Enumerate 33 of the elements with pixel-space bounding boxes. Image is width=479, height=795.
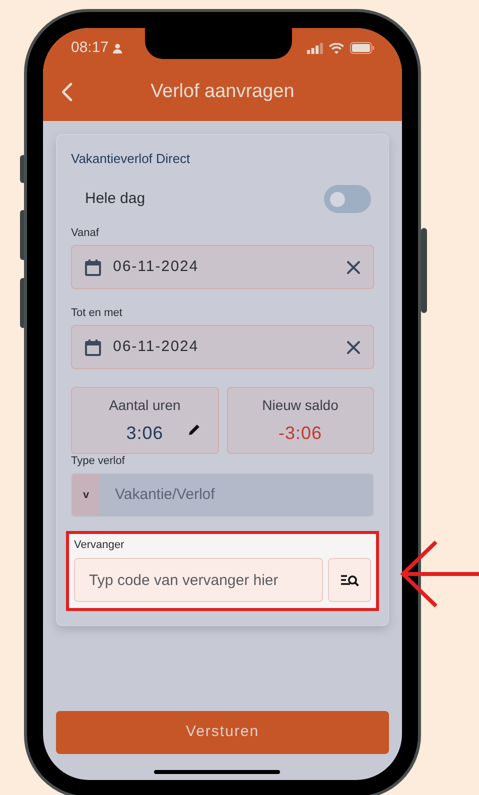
summary-value: 3:06 [126,422,164,444]
field-label: Vanaf [71,227,100,240]
summary-label: Aantal uren [108,396,181,414]
clear-button[interactable] [345,339,361,355]
field-label: Tot en met [71,307,124,320]
search-list-button[interactable] [328,558,371,602]
back-chevron-icon [61,82,73,102]
input-field[interactable]: Typ code van vervanger hier [74,558,323,602]
toggle-switch[interactable] [324,185,371,213]
list-search-icon [340,574,358,586]
pencil-icon [188,422,200,436]
select-field[interactable]: v Vakantie/Verlof [71,473,374,517]
form-title: Vakantieverlof Direct [71,152,191,166]
clear-button[interactable] [345,259,361,275]
calendar-icon [85,258,101,276]
summary-value: -3:06 [278,422,322,444]
toggle-label: Hele dag [85,188,146,209]
person-icon [112,42,123,54]
battery-icon [350,42,374,54]
field-label: Vervanger [74,539,126,552]
page-title: Verlof aanvragen [150,80,294,104]
type-code: v [72,474,100,516]
close-icon [346,340,360,354]
date-field[interactable]: 06-11-2024 [71,245,374,289]
calendar-icon [85,338,101,356]
signal-icon [307,42,323,54]
field-label: Type verlof [71,455,126,468]
status-time: 08:17 [71,38,109,58]
date-field[interactable]: 06-11-2024 [71,325,374,369]
summary-label: Nieuw saldo [262,396,338,414]
edit-button[interactable] [188,422,200,436]
wifi-icon [329,42,344,54]
close-icon [346,260,360,274]
